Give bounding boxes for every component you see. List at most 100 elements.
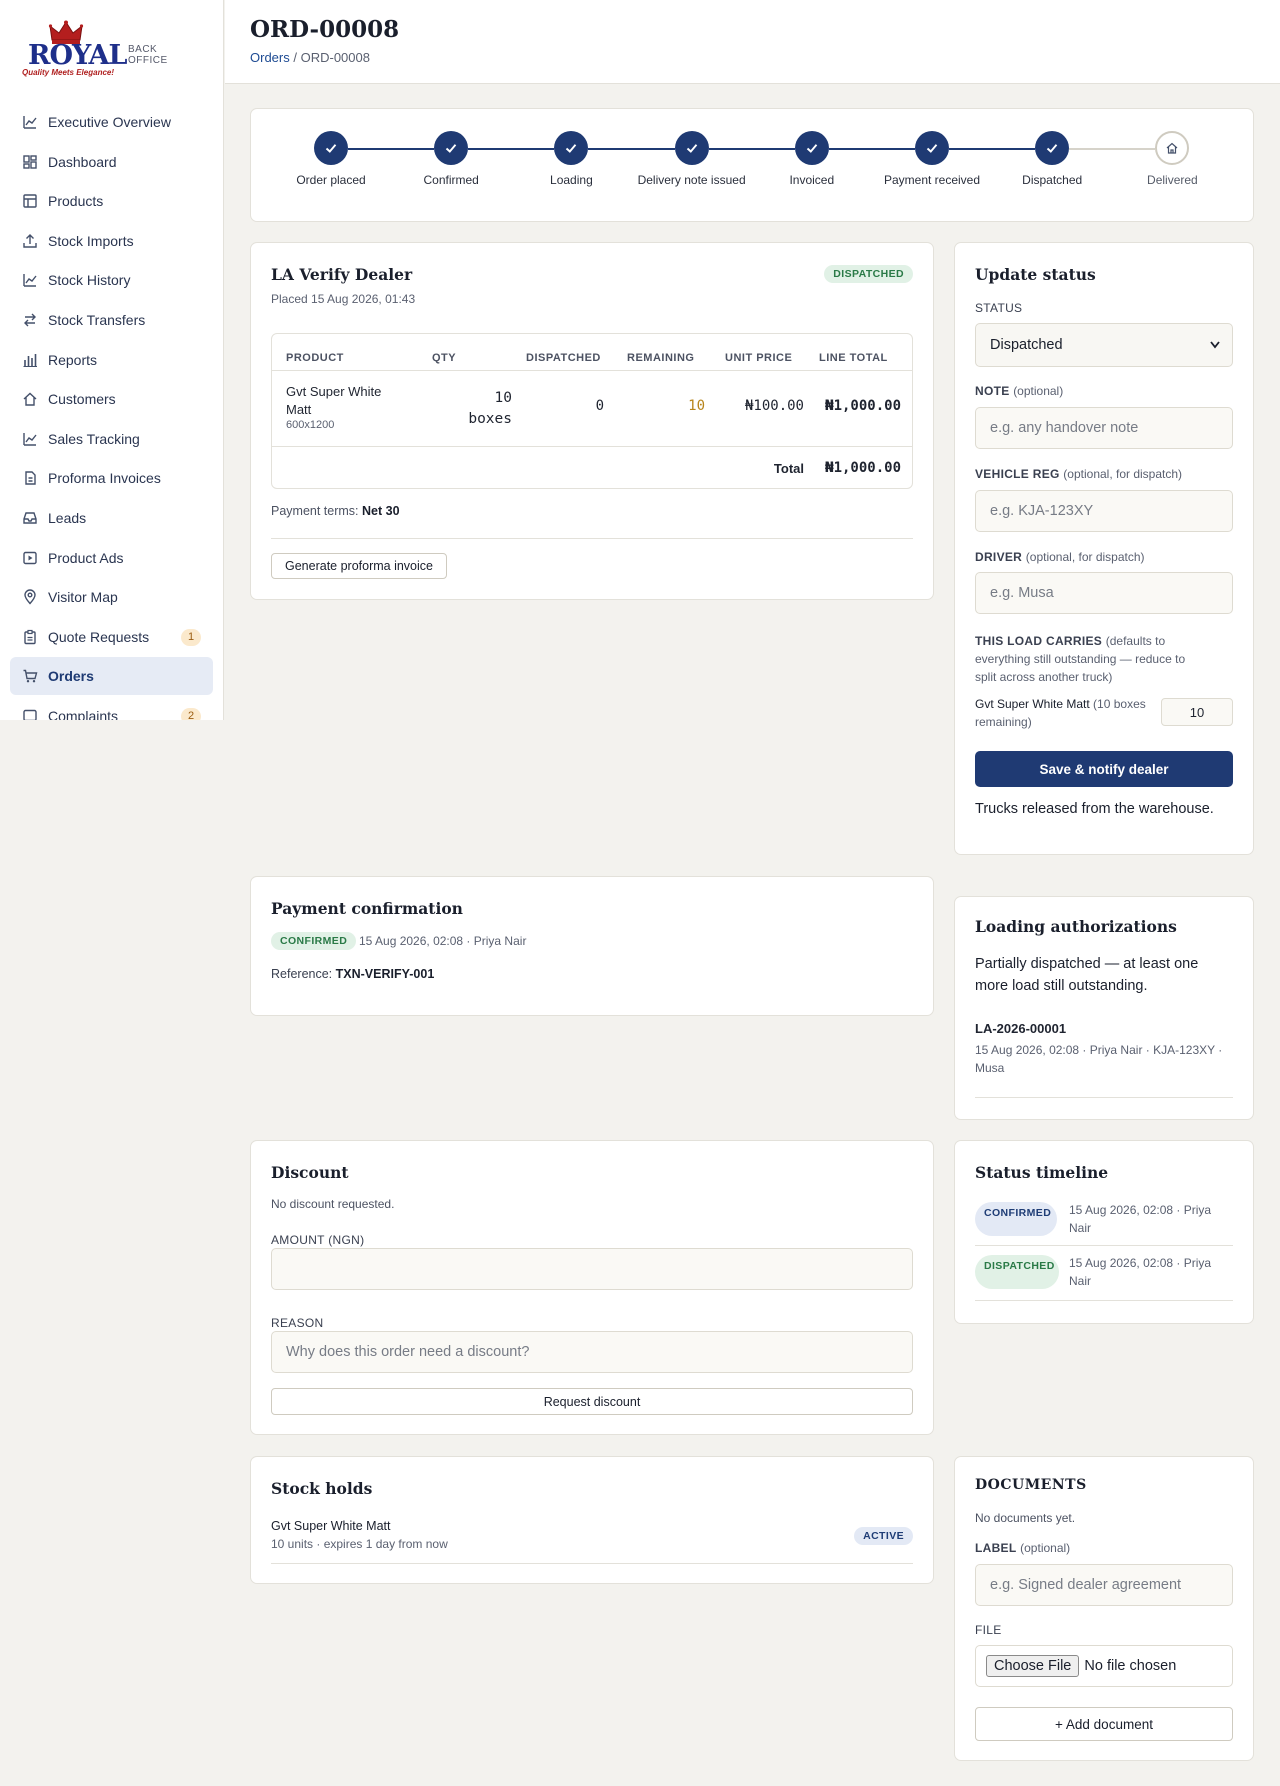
sidebar-item-visitor-map[interactable]: Visitor Map [10,578,213,616]
chevron-down-icon [1210,341,1220,349]
document-label-label: LABEL (optional) [975,1541,1071,1555]
sidebar-item-sales-tracking[interactable]: Sales Tracking [10,420,213,458]
generate-proforma-button[interactable]: Generate proforma invoice [271,553,447,579]
divider [975,1097,1233,1098]
payment-terms: Payment terms: Net 30 [271,504,400,518]
timeline-status-badge: DISPATCHED [975,1255,1059,1289]
step-confirmed: Confirmed [396,131,506,188]
home-icon [1166,142,1178,154]
note-input[interactable]: e.g. any handover note [975,407,1233,449]
dashboard-icon [22,154,38,170]
step-label: Dispatched [1022,173,1083,187]
timeline-status-badge: CONFIRMED [975,1202,1057,1236]
step-circle [434,131,469,165]
discount-title: Discount [271,1163,349,1182]
sidebar-item-label: Quote Requests [48,628,150,645]
step-label: Delivery note issued [637,173,746,187]
step-order-placed: Order placed [276,131,386,188]
check-icon [325,144,337,153]
step-label: Delivered [1147,173,1198,187]
sidebar-item-label: Stock Transfers [48,311,146,328]
load-carries-label: THIS LOAD CARRIES (defaults to everythin… [975,634,1186,684]
step-circle [674,131,709,165]
sidebar-item-label: Products [48,193,104,210]
sidebar-item-customers[interactable]: Customers [10,380,213,418]
add-document-button[interactable]: + Add document [975,1707,1233,1741]
step-label: Order placed [296,173,366,187]
breadcrumb-orders-link[interactable]: Orders [250,50,290,65]
sidebar-item-complaints[interactable]: Complaints 2 [10,697,213,720]
check-icon [446,144,457,153]
amount-input[interactable] [271,1248,913,1290]
choose-file-button[interactable]: Choose File [986,1655,1080,1677]
sidebar-item-reports[interactable]: Reports [10,341,213,379]
document-icon [22,470,38,486]
sidebar-item-product-ads[interactable]: Product Ads [10,539,213,577]
sidebar-item-dashboard[interactable]: Dashboard [10,143,213,181]
request-discount-button[interactable]: Request discount [271,1388,913,1415]
clipboard-icon [22,629,38,645]
hold-item-meta: 10 units · expires 1 day from now [271,1537,448,1551]
check-icon [926,144,938,153]
sidebar-item-label: Stock Imports [48,232,134,249]
dispatched-cell: 0 [595,398,604,414]
sidebar-item-leads[interactable]: Leads [10,499,213,537]
back-office-label: BACK OFFICE [128,44,168,66]
sidebar-item-stock-history[interactable]: Stock History [10,261,213,299]
sidebar-item-executive-overview[interactable]: Executive Overview [10,103,213,141]
discount-note: No discount requested. [271,1197,395,1211]
step-delivered: Delivered [1117,131,1227,188]
step-label: Loading [550,173,593,187]
step-circle [794,131,829,165]
step-label: Confirmed [423,173,479,187]
brand[interactable]: ROYAL Quality Meets Elegance! BACK OFFIC… [18,18,178,84]
payment-status-badge: CONFIRMED [271,932,357,950]
sidebar-item-proforma-invoices[interactable]: Proforma Invoices [10,459,213,497]
line-chart-icon [22,114,38,130]
update-status-title: Update status [975,265,1096,284]
upload-icon [22,233,38,249]
check-icon [806,144,818,153]
logo-tagline: Quality Meets Elegance! [21,68,115,77]
play-icon [22,550,38,566]
count-badge: 1 [181,628,201,646]
load-item: Gvt Super White Matt (10 boxes remaining… [975,697,1146,729]
step-circle [314,131,348,165]
sidebar-item-stock-imports[interactable]: Stock Imports [10,222,213,260]
loading-description: Partially dispatched — at least one more… [975,956,1199,994]
status-select[interactable]: Dispatched [975,323,1233,367]
line-chart-icon [22,431,38,447]
sidebar-item-stock-transfers[interactable]: Stock Transfers [10,301,213,339]
loading-authorizations-title: Loading authorizations [975,917,1177,936]
authorization-id[interactable]: LA-2026-00001 [975,1021,1066,1036]
column-header-unit-price: UNIT PRICE [725,352,793,364]
payment-confirmation-card: Payment confirmation CONFIRMED 15 Aug 20… [250,876,934,1016]
sidebar-item-label: Orders [48,668,94,685]
check-icon [686,144,697,153]
row-divider [272,446,912,447]
bar-chart-icon [22,352,38,368]
order-progress-stepper: Order placed Confirmed Loading Delivery not… [250,108,1254,222]
documents-note: No documents yet. [975,1511,1076,1525]
reason-input[interactable]: Why does this order need a discount? [271,1331,913,1373]
line-items-table: PRODUCT QTY DISPATCHED REMAINING UNIT PR… [271,333,913,489]
vehicle-reg-input[interactable]: e.g. KJA-123XY [975,490,1233,532]
load-quantity-input[interactable]: 10 [1161,698,1233,726]
placed-date: Placed 15 Aug 2026, 01:43 [271,292,416,306]
file-input[interactable]: Choose File No file chosen [975,1645,1233,1687]
line-total-cell: ₦1,000.00 [825,398,901,414]
table-icon [22,193,38,209]
column-header-remaining: REMAINING [627,352,695,364]
sidebar-item-products[interactable]: Products [10,182,213,220]
divider [271,538,913,539]
sidebar-item-quote-requests[interactable]: Quote Requests 1 [10,618,213,656]
sidebar-nav: Executive Overview Dashboard Products Stock… [10,103,213,720]
driver-input[interactable]: e.g. Musa [975,572,1233,614]
sidebar: ROYAL Quality Meets Elegance! BACK OFFIC… [0,0,224,720]
step-loading: Loading [516,131,626,188]
save-notify-button[interactable]: Save & notify dealer [975,751,1233,787]
sidebar-item-orders[interactable]: Orders [10,657,213,696]
status-timeline-card: Status timeline CONFIRMED 15 Aug 2026, 0… [954,1140,1254,1324]
column-header-qty: QTY [432,352,457,364]
document-label-input[interactable]: e.g. Signed dealer agreement [975,1564,1233,1606]
